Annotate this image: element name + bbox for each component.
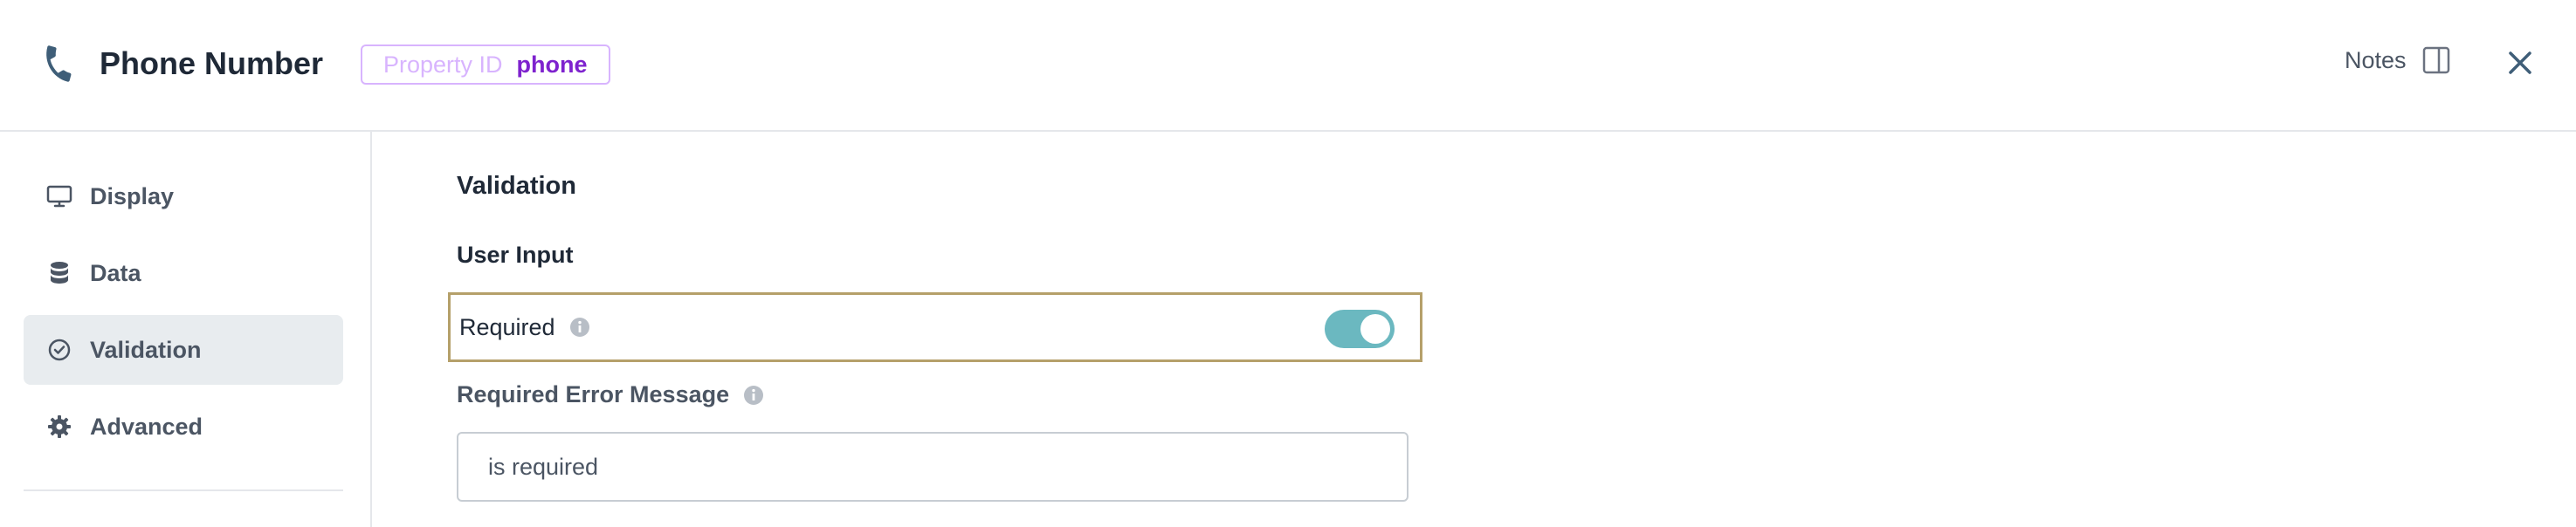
phone-icon xyxy=(46,45,72,82)
page-title: Phone Number xyxy=(100,45,324,81)
panel-icon xyxy=(2422,46,2449,74)
error-message-label: Required Error Message xyxy=(457,381,764,408)
property-id-value: phone xyxy=(516,51,588,78)
property-id-badge: Property ID phone xyxy=(361,44,610,85)
monitor-icon xyxy=(46,183,72,209)
close-icon[interactable] xyxy=(2504,47,2536,79)
notes-label: Notes xyxy=(2345,46,2407,73)
info-icon[interactable] xyxy=(743,385,764,406)
sidebar-item-label: Advanced xyxy=(90,413,203,440)
gear-icon xyxy=(46,414,72,440)
error-message-label-text: Required Error Message xyxy=(457,381,730,407)
modal-header: Phone Number Property ID phone Notes xyxy=(0,0,2576,132)
info-icon[interactable] xyxy=(569,317,590,338)
sidebar-divider xyxy=(24,489,343,491)
error-message-input[interactable] xyxy=(457,432,1409,502)
sidebar-item-label: Display xyxy=(90,182,175,209)
sidebar-item-data[interactable]: Data xyxy=(24,238,343,308)
property-id-label: Property ID xyxy=(383,51,503,78)
sidebar-item-display[interactable]: Display xyxy=(24,161,343,231)
check-circle-icon xyxy=(46,337,72,363)
sidebar-item-validation[interactable]: Validation xyxy=(24,315,343,385)
required-toggle[interactable] xyxy=(1325,310,1395,348)
required-label: Required xyxy=(459,313,555,340)
notes-button[interactable]: Notes xyxy=(2345,46,2450,74)
required-setting-row: Required xyxy=(448,292,1422,362)
toggle-knob xyxy=(1360,314,1390,344)
main-panel: Validation User Input Required Required … xyxy=(372,132,2576,527)
sidebar-item-label: Validation xyxy=(90,336,202,363)
section-title: Validation xyxy=(457,172,576,200)
database-icon xyxy=(46,260,72,286)
sidebar: Display Data Validation Advanced xyxy=(0,132,372,527)
sidebar-item-label: Data xyxy=(90,259,141,286)
sidebar-item-advanced[interactable]: Advanced xyxy=(24,392,343,462)
subsection-title: User Input xyxy=(457,242,574,268)
